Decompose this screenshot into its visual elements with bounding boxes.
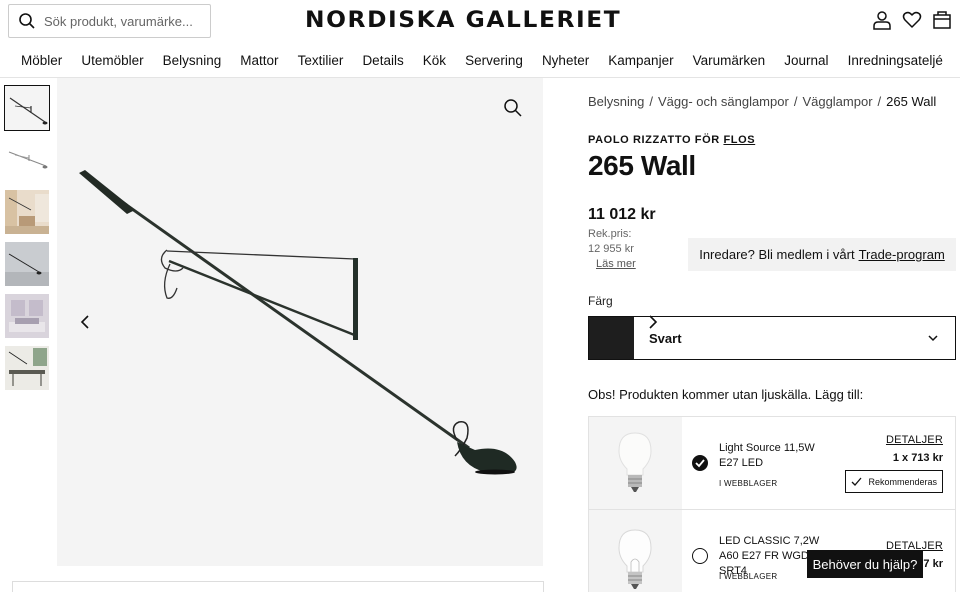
heart-icon[interactable] — [902, 10, 922, 30]
rek-price-label: Rek.pris: — [588, 228, 632, 240]
nav-item-kampanjer[interactable]: Kampanjer — [608, 53, 673, 68]
nav-item-inredningsatelje[interactable]: Inredningsateljé — [848, 53, 943, 68]
color-value: Svart — [649, 330, 682, 346]
chevron-down-icon — [928, 335, 938, 342]
color-select[interactable]: Svart — [588, 316, 956, 360]
search-icon[interactable] — [18, 12, 36, 30]
nav-item-utemobler[interactable]: Utemöbler — [81, 53, 143, 68]
addon-stock: I WEBBLAGER — [719, 572, 778, 581]
color-label: Färg — [588, 294, 613, 308]
nav-item-kok[interactable]: Kök — [423, 53, 446, 68]
addon-name: Light Source 11,5W E27 LED — [719, 442, 815, 469]
breadcrumb-item[interactable]: Vägglampor — [802, 94, 872, 109]
help-chat-button[interactable]: Behöver du hjälp? — [807, 550, 923, 578]
nav-item-details[interactable]: Details — [362, 53, 403, 68]
designer-prefix: PAOLO RIZZATTO FÖR — [588, 134, 720, 146]
product-price: 11 012 kr — [588, 206, 656, 223]
breadcrumb-item[interactable]: Vägg- och sänglampor — [658, 94, 789, 109]
nav-item-servering[interactable]: Servering — [465, 53, 523, 68]
bulb-icon — [618, 529, 652, 589]
recommended-label: Rekommenderas — [868, 476, 937, 487]
check-icon — [695, 459, 705, 468]
site-header: NORDISKA GALLERIET — [0, 0, 960, 44]
trade-text: Inredare? Bli medlem i vårt — [699, 247, 855, 262]
header-actions — [872, 10, 952, 30]
bulb-image — [589, 417, 682, 509]
breadcrumb-current: 265 Wall — [886, 94, 937, 109]
lamp-illustration — [79, 170, 517, 475]
bulb-icon — [618, 432, 652, 492]
nav-item-textilier[interactable]: Textilier — [298, 53, 344, 68]
trade-banner: Inredare? Bli medlem i vårt Trade-progra… — [688, 238, 956, 271]
nav-item-varumarken[interactable]: Varumärken — [693, 53, 766, 68]
user-icon[interactable] — [872, 10, 892, 30]
check-icon — [852, 477, 862, 486]
breadcrumb-separator: / — [877, 94, 882, 109]
nav-item-journal[interactable]: Journal — [784, 53, 828, 68]
light-source-notice: Obs! Produkten kommer utan ljuskälla. Lä… — [588, 387, 864, 402]
search-box[interactable] — [8, 4, 211, 38]
addon-details-link[interactable]: DETALJER — [886, 434, 943, 446]
nav-item-nyheter[interactable]: Nyheter — [542, 53, 589, 68]
breadcrumb: Belysning / Vägg- och sänglampor / Vägglampo… — [588, 94, 936, 109]
addon-radio[interactable] — [692, 455, 708, 471]
addon-stock: I WEBBLAGER — [719, 479, 778, 488]
below-image-panel — [12, 581, 544, 592]
site-logo[interactable]: NORDISKA GALLERIET — [305, 8, 621, 33]
product-title: 265 Wall — [588, 150, 696, 181]
thumbnail[interactable] — [4, 85, 50, 131]
main-nav: Möbler Utemöbler Belysning Mattor Textil… — [0, 44, 960, 78]
recommended-badge: Rekommenderas — [845, 470, 943, 493]
bag-icon[interactable] — [932, 10, 952, 30]
search-input[interactable] — [44, 13, 204, 29]
zoom-icon[interactable] — [503, 98, 523, 118]
nav-item-mobler[interactable]: Möbler — [21, 53, 62, 68]
addon-item[interactable]: Light Source 11,5W E27 LED I WEBBLAGER D… — [588, 416, 956, 510]
designer-line: PAOLO RIZZATTO FÖR FLOS — [588, 134, 755, 146]
nav-item-mattor[interactable]: Mattor — [240, 53, 278, 68]
addon-radio[interactable] — [692, 548, 708, 564]
bulb-image — [589, 510, 682, 592]
nav-item-belysning[interactable]: Belysning — [163, 53, 222, 68]
brand-link[interactable]: FLOS — [723, 134, 755, 146]
breadcrumb-item[interactable]: Belysning — [588, 94, 644, 109]
thumbnail[interactable] — [5, 190, 49, 234]
read-more-link[interactable]: Läs mer — [596, 258, 636, 270]
chevron-left-icon[interactable] — [79, 314, 93, 330]
trade-program-link[interactable]: Trade-program — [859, 247, 945, 262]
breadcrumb-separator: / — [793, 94, 798, 109]
thumbnail[interactable] — [5, 346, 49, 390]
breadcrumb-separator: / — [649, 94, 653, 109]
thumbnail-list — [4, 85, 50, 398]
thumbnail[interactable] — [5, 138, 49, 182]
addon-qty-price: 1 x 713 kr — [892, 452, 943, 464]
thumbnail[interactable] — [5, 294, 49, 338]
color-swatch — [589, 317, 634, 359]
thumbnail[interactable] — [5, 242, 49, 286]
product-image[interactable] — [57, 78, 658, 566]
rek-price-value: 12 955 kr — [588, 243, 634, 255]
